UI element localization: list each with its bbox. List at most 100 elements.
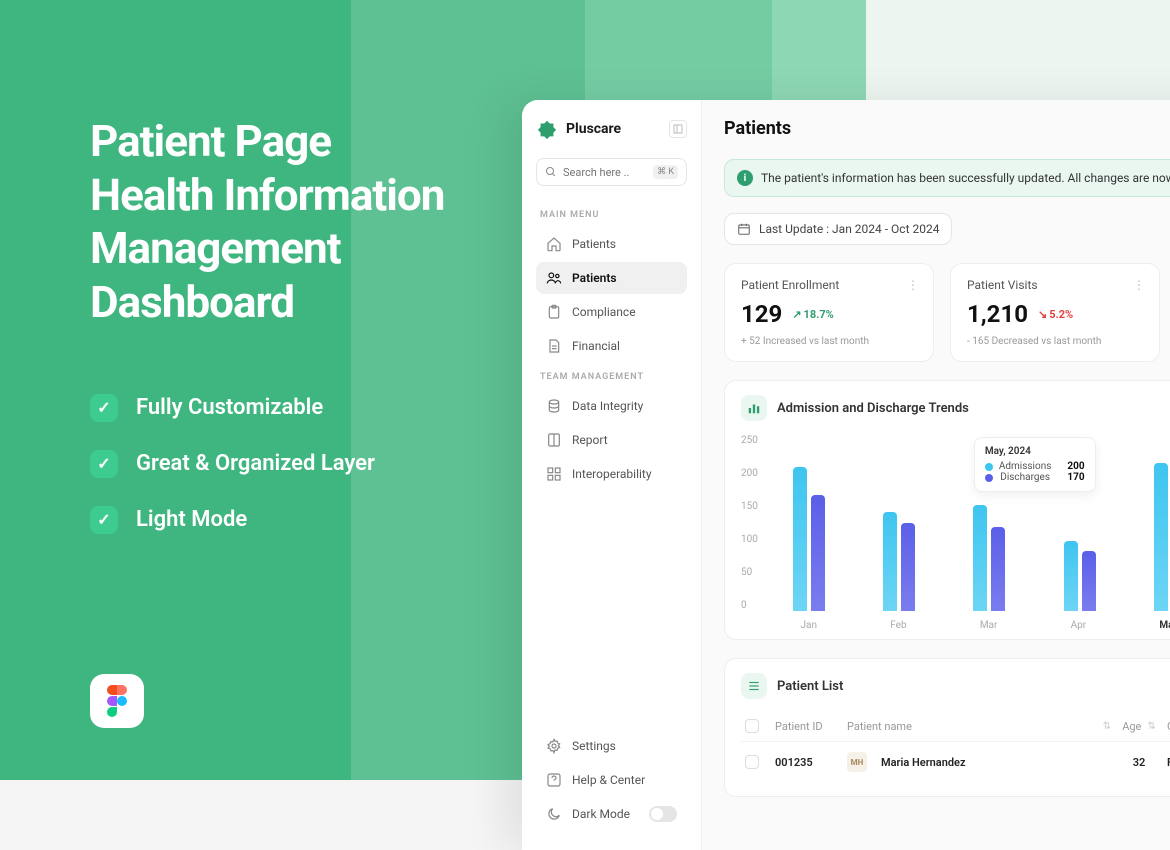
cell-name: MHMaria Hernandez: [847, 752, 1111, 772]
hero: Patient Page Health Information Manageme…: [90, 115, 510, 562]
sidebar-item-interoperability[interactable]: Interoperability: [536, 458, 687, 490]
logo-icon: [536, 118, 558, 140]
bar-group[interactable]: [1154, 463, 1170, 611]
x-tick: Feb: [890, 620, 906, 631]
document-icon: [546, 338, 562, 354]
bar-chart-icon: [741, 395, 767, 421]
bar-admissions[interactable]: [973, 505, 987, 611]
stat-value: 1,210: [967, 300, 1028, 328]
bar-discharges[interactable]: [1082, 551, 1096, 611]
brand: Pluscare: [536, 118, 687, 140]
bar-discharges[interactable]: [991, 527, 1005, 611]
stat-subtext: - 165 Decreased vs last month: [967, 336, 1143, 347]
bullet-light-mode: ✓Light Mode: [90, 506, 510, 534]
stat-subtext: + 52 Increased vs last month: [741, 336, 917, 347]
chart-title: Admission and Discharge Trends: [777, 401, 969, 416]
chart-plot[interactable]: JanFebMarAprMayJun May, 2024 Admissions2…: [764, 431, 1170, 631]
x-tick: May: [1159, 620, 1170, 631]
section-main-menu: MAIN MENU: [540, 210, 687, 220]
report-icon: [546, 432, 562, 448]
x-tick: Jan: [801, 620, 817, 631]
grid-icon: [546, 466, 562, 482]
page-title: Patients: [724, 118, 1170, 139]
dark-mode-toggle[interactable]: [649, 806, 677, 822]
main-content: Patients i The patient's information has…: [702, 100, 1170, 850]
bar-admissions[interactable]: [1064, 541, 1078, 611]
sort-icon[interactable]: ⇅: [1103, 721, 1111, 732]
section-team: TEAM MANAGEMENT: [540, 372, 687, 382]
bar-group[interactable]: [973, 505, 1005, 611]
col-age[interactable]: Age⇅: [1111, 719, 1167, 733]
info-icon: i: [737, 170, 753, 186]
stat-card-enrollment: Patient Enrollment ⋮ 129 ↗ 18.7% + 52 Incr…: [724, 263, 934, 362]
more-icon[interactable]: ⋮: [1133, 278, 1143, 292]
help-icon: [546, 772, 562, 788]
check-icon: ✓: [90, 450, 118, 478]
stat-title: Patient Visits: [967, 278, 1038, 292]
chart-x-axis: JanFebMarAprMayJun: [764, 620, 1170, 631]
sort-icon[interactable]: ⇅: [1147, 721, 1155, 732]
gear-icon: [546, 738, 562, 754]
hero-title: Patient Page Health Information Manageme…: [90, 115, 510, 330]
stat-delta: ↗ 18.7%: [792, 308, 833, 321]
patient-table: Patient ID Patient name⇅ Age⇅ Gender⇅ Da…: [741, 711, 1170, 782]
col-patient-id[interactable]: Patient ID: [775, 719, 847, 733]
checkbox-row[interactable]: [745, 755, 759, 769]
sidebar-item-report[interactable]: Report: [536, 424, 687, 456]
bar-admissions[interactable]: [793, 467, 807, 611]
dashboard-window: Pluscare ⌘ K MAIN MENU Patients Patients…: [522, 100, 1170, 850]
bar-discharges[interactable]: [901, 523, 915, 611]
date-range-chip[interactable]: Last Update : Jan 2024 - Oct 2024: [724, 213, 952, 245]
success-alert: i The patient's information has been suc…: [724, 159, 1170, 197]
check-icon: ✓: [90, 506, 118, 534]
patient-list-card: Patient List Patient ID Patient name⇅ Ag…: [724, 658, 1170, 797]
sidebar-item-data-integrity[interactable]: Data Integrity: [536, 390, 687, 422]
sidebar-item-settings[interactable]: Settings: [536, 730, 687, 762]
search-icon: [545, 166, 557, 178]
sidebar-collapse-icon[interactable]: [669, 120, 687, 138]
home-icon: [546, 236, 562, 252]
database-icon: [546, 398, 562, 414]
search-input[interactable]: ⌘ K: [536, 158, 687, 186]
bar-group[interactable]: [793, 467, 825, 611]
search-kbd: ⌘ K: [653, 165, 678, 179]
x-tick: Apr: [1071, 620, 1087, 631]
stat-value: 129: [741, 300, 782, 328]
sidebar-item-financial[interactable]: Financial: [536, 330, 687, 362]
calendar-icon: [737, 222, 751, 236]
chart-card: Admission and Discharge Trends Admission…: [724, 380, 1170, 640]
alert-text: The patient's information has been succe…: [761, 171, 1170, 185]
sidebar-item-dark-mode[interactable]: Dark Mode: [536, 798, 687, 830]
check-icon: ✓: [90, 394, 118, 422]
chart-y-axis: 250200150100500: [741, 431, 764, 631]
sidebar-item-patients[interactable]: Patients: [536, 262, 687, 294]
users-icon: [546, 270, 562, 286]
bar-group[interactable]: [883, 512, 915, 611]
cell-id: 001235: [775, 752, 847, 772]
moon-icon: [546, 806, 562, 822]
col-patient-name[interactable]: Patient name⇅: [847, 719, 1111, 733]
checkbox-all[interactable]: [745, 719, 759, 733]
stat-title: Patient Enrollment: [741, 278, 839, 292]
bar-group[interactable]: [1064, 541, 1096, 611]
table-row[interactable]: 001235 MHMaria Hernandez 32 Female 2024-…: [741, 741, 1170, 782]
cell-age: 32: [1111, 752, 1167, 772]
list-title: Patient List: [777, 679, 843, 694]
brand-name: Pluscare: [566, 121, 621, 137]
table-header: Patient ID Patient name⇅ Age⇅ Gender⇅ Da…: [741, 711, 1170, 741]
sidebar-item-compliance[interactable]: Compliance: [536, 296, 687, 328]
sidebar: Pluscare ⌘ K MAIN MENU Patients Patients…: [522, 100, 702, 850]
more-icon[interactable]: ⋮: [907, 278, 917, 292]
x-tick: Mar: [980, 620, 998, 631]
bar-admissions[interactable]: [883, 512, 897, 611]
sidebar-item-help[interactable]: Help & Center: [536, 764, 687, 796]
bar-discharges[interactable]: [811, 495, 825, 611]
bullet-customizable: ✓Fully Customizable: [90, 394, 510, 422]
sidebar-item-patients-home[interactable]: Patients: [536, 228, 687, 260]
chart-tooltip: May, 2024 Admissions200 Discharges170: [974, 437, 1096, 492]
clipboard-icon: [546, 304, 562, 320]
figma-icon: [90, 674, 144, 728]
stat-delta: ↘ 5.2%: [1038, 308, 1073, 321]
stat-card-visits: Patient Visits ⋮ 1,210 ↘ 5.2% - 165 Decrea…: [950, 263, 1160, 362]
bar-admissions[interactable]: [1154, 463, 1168, 611]
